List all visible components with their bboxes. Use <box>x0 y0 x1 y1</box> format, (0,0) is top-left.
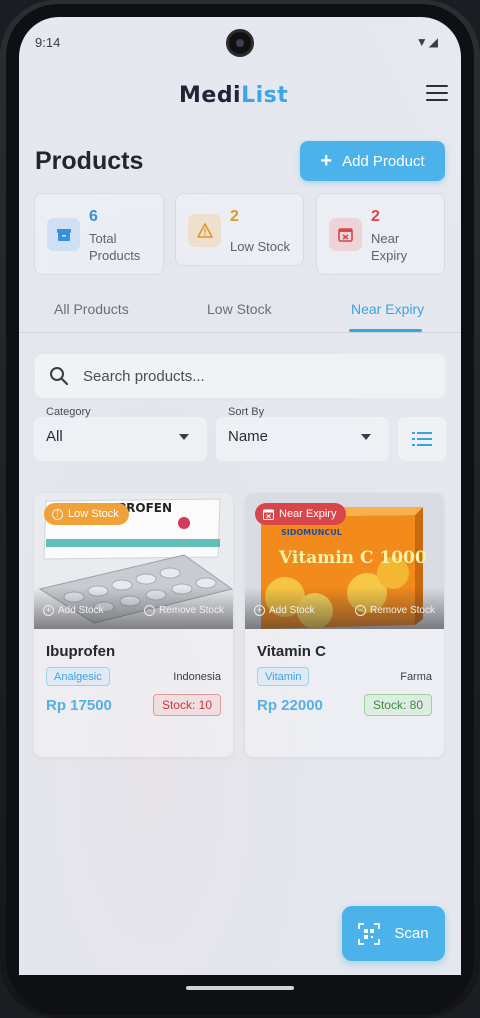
category-tag: Analgesic <box>46 667 110 686</box>
calendar-x-icon <box>329 218 362 251</box>
status-icons: ▼◢ <box>416 35 439 49</box>
search-icon <box>50 367 69 386</box>
tab-all-products[interactable]: All Products <box>54 301 129 317</box>
stock-badge: Stock: 10 <box>152 694 221 716</box>
signal-icon: ◢ <box>428 35 439 49</box>
product-name: Ibuprofen <box>46 643 116 660</box>
category-value: All <box>46 428 63 445</box>
add-product-button[interactable]: + Add Product <box>300 141 445 181</box>
stock-badge: Stock: 80 <box>363 694 432 716</box>
scan-label: Scan <box>394 925 429 942</box>
add-product-label: Add Product <box>342 152 425 170</box>
sort-dropdown[interactable]: Sort By Name <box>216 406 389 462</box>
wifi-icon: ▼ <box>415 35 429 49</box>
remove-stock-button[interactable]: − Remove Stock <box>143 601 224 619</box>
qr-scan-icon <box>358 922 381 945</box>
status-time: 9:14 <box>35 35 61 50</box>
calendar-x-icon <box>263 509 274 520</box>
sort-caption: Sort By <box>228 406 265 418</box>
minus-circle-icon: − <box>143 604 155 616</box>
stat-label: Low Stock <box>230 239 290 254</box>
stat-label: Total Products <box>89 231 141 263</box>
product-origin: Farma <box>400 671 432 683</box>
plus-circle-icon: + <box>43 604 54 616</box>
info-icon: ! <box>52 508 63 520</box>
product-origin: Indonesia <box>173 671 221 683</box>
list-view-icon <box>412 432 432 446</box>
stat-label: Near Expiry <box>371 231 408 263</box>
plus-circle-icon: + <box>254 604 265 616</box>
search-input[interactable] <box>83 367 383 385</box>
page-title: Products <box>35 147 144 175</box>
category-tag: Vitamin <box>257 667 310 686</box>
package-label: Vitamin C 1000 <box>278 548 427 568</box>
active-tab-indicator <box>349 329 422 332</box>
home-indicator[interactable] <box>186 986 294 990</box>
plus-icon: + <box>320 150 333 172</box>
sort-value: Name <box>228 428 269 445</box>
stock-actions: + Add Stock − Remove Stock <box>34 601 233 619</box>
stat-near-expiry[interactable]: 2 Near Expiry <box>316 193 445 275</box>
front-camera <box>226 29 254 57</box>
warning-icon <box>188 214 221 247</box>
package-brand: SIDOMUNCUL <box>281 528 342 537</box>
chevron-down-icon <box>179 434 189 440</box>
hamburger-icon[interactable] <box>426 85 448 103</box>
logo-part-2: List <box>241 83 289 108</box>
stat-value: 2 <box>371 208 380 225</box>
minus-circle-icon: − <box>354 604 366 616</box>
category-caption: Category <box>46 406 91 418</box>
chevron-down-icon <box>361 434 371 440</box>
tab-near-expiry[interactable]: Near Expiry <box>351 301 424 317</box>
scan-button[interactable]: Scan <box>342 906 445 961</box>
product-price: Rp 17500 <box>46 697 112 714</box>
logo-part-1: Medi <box>179 83 242 108</box>
product-card-ibuprofen[interactable]: IBUPROFEN ! Low Stock + Add Stock − Remove… <box>34 493 233 757</box>
archive-icon <box>47 218 80 251</box>
app-screen: 9:14 ▼◢ MediList Products + Add Product … <box>19 17 461 975</box>
remove-stock-button[interactable]: − Remove Stock <box>354 601 435 619</box>
navigation-bar <box>19 975 461 1015</box>
near-expiry-badge: Near Expiry <box>255 503 347 525</box>
stat-low-stock[interactable]: 2 Low Stock <box>175 193 304 266</box>
product-card-vitamin-c[interactable]: SIDOMUNCUL Vitamin C 1000 Near Expiry + A… <box>245 493 444 757</box>
add-stock-button[interactable]: + Add Stock <box>43 601 104 619</box>
tab-low-stock[interactable]: Low Stock <box>207 301 272 317</box>
stat-value: 2 <box>230 208 239 225</box>
product-name: Vitamin C <box>257 643 326 660</box>
category-dropdown[interactable]: Category All <box>34 406 207 462</box>
search-bar <box>35 354 445 398</box>
app-logo: MediList <box>179 83 288 108</box>
list-view-button[interactable] <box>398 417 446 461</box>
stat-total-products[interactable]: 6 Total Products <box>34 193 164 275</box>
add-stock-button[interactable]: + Add Stock <box>254 601 315 619</box>
tab-bar: All Products Low Stock Near Expiry <box>19 299 461 333</box>
product-price: Rp 22000 <box>257 697 323 714</box>
stock-actions: + Add Stock − Remove Stock <box>245 601 444 619</box>
stat-value: 6 <box>89 208 98 225</box>
low-stock-badge: ! Low Stock <box>44 503 129 525</box>
